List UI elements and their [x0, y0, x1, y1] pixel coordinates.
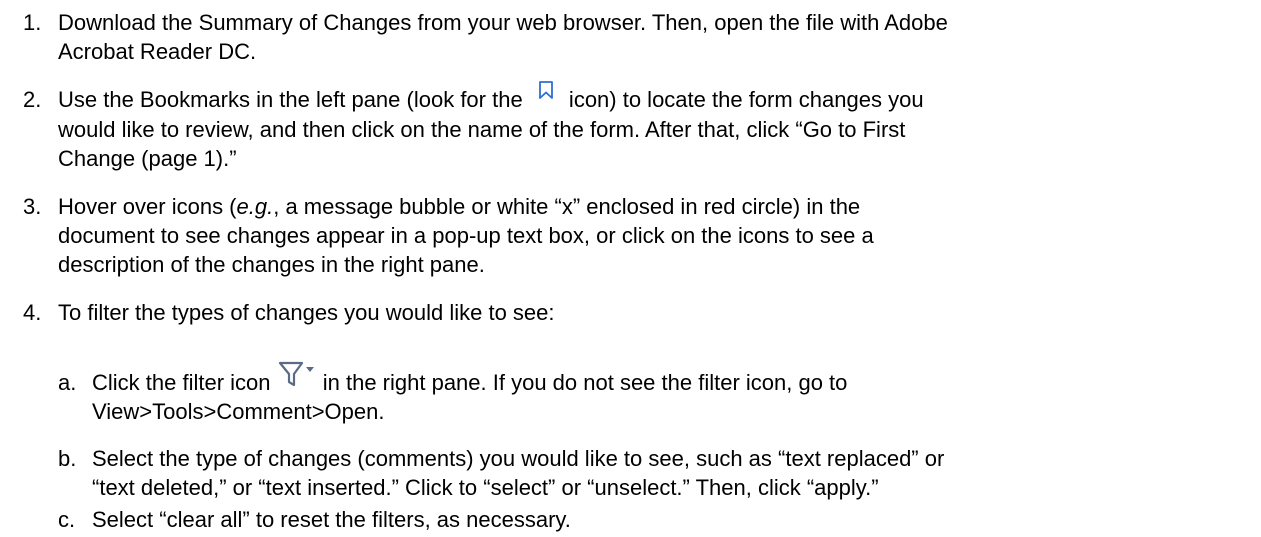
substep-letter: b.: [58, 446, 77, 471]
substep-text-line: “text deleted,” or “text inserted.” Clic…: [92, 475, 879, 500]
step-text-line: Download the Summary of Changes from you…: [58, 10, 948, 35]
filter-icon: [277, 361, 317, 396]
substep-letter: c.: [58, 507, 76, 532]
step-text-line: Use the Bookmarks in the left pane (look…: [58, 81, 924, 113]
step-text-emphasis: e.g.: [236, 194, 274, 219]
substep-text-segment: in the right pane. If you do not see the…: [316, 370, 848, 395]
step-text-line: To filter the types of changes you would…: [58, 300, 555, 325]
substep-text-line: View>Tools>Comment>Open.: [92, 399, 385, 424]
step-number: 1.: [23, 10, 42, 35]
substep-text-line: Click the filter icon in the right pane.…: [92, 361, 848, 396]
step-text-segment: icon) to locate the form changes you: [562, 87, 924, 112]
step-text-segment: , a message bubble or white “x” enclosed…: [273, 194, 861, 219]
substep-text-line: Select the type of changes (comments) yo…: [92, 446, 945, 471]
step-number: 3.: [23, 194, 42, 219]
substep-text-segment: Click the filter icon: [92, 370, 277, 395]
step-number: 4.: [23, 300, 42, 325]
substep-letter: a.: [58, 370, 77, 395]
instructions-document: 1. Download the Summary of Changes from …: [0, 0, 1261, 537]
step-number: 2.: [23, 87, 42, 112]
step-text-segment: Use the Bookmarks in the left pane (look…: [58, 87, 529, 112]
step-text-line: Hover over icons (e.g., a message bubble…: [58, 194, 860, 220]
step-text-line: Acrobat Reader DC.: [58, 39, 257, 64]
substep-text-line: Select “clear all” to reset the filters,…: [92, 507, 571, 532]
step-text-line: would like to review, and then click on …: [58, 117, 906, 142]
step-text-line: document to see changes appear in a pop-…: [58, 223, 874, 248]
step-text-line: description of the changes in the right …: [58, 252, 485, 277]
bookmark-icon: [529, 81, 563, 113]
step-text-segment: Hover over icons (: [58, 194, 237, 219]
step-text-line: Change (page 1).”: [58, 146, 237, 171]
